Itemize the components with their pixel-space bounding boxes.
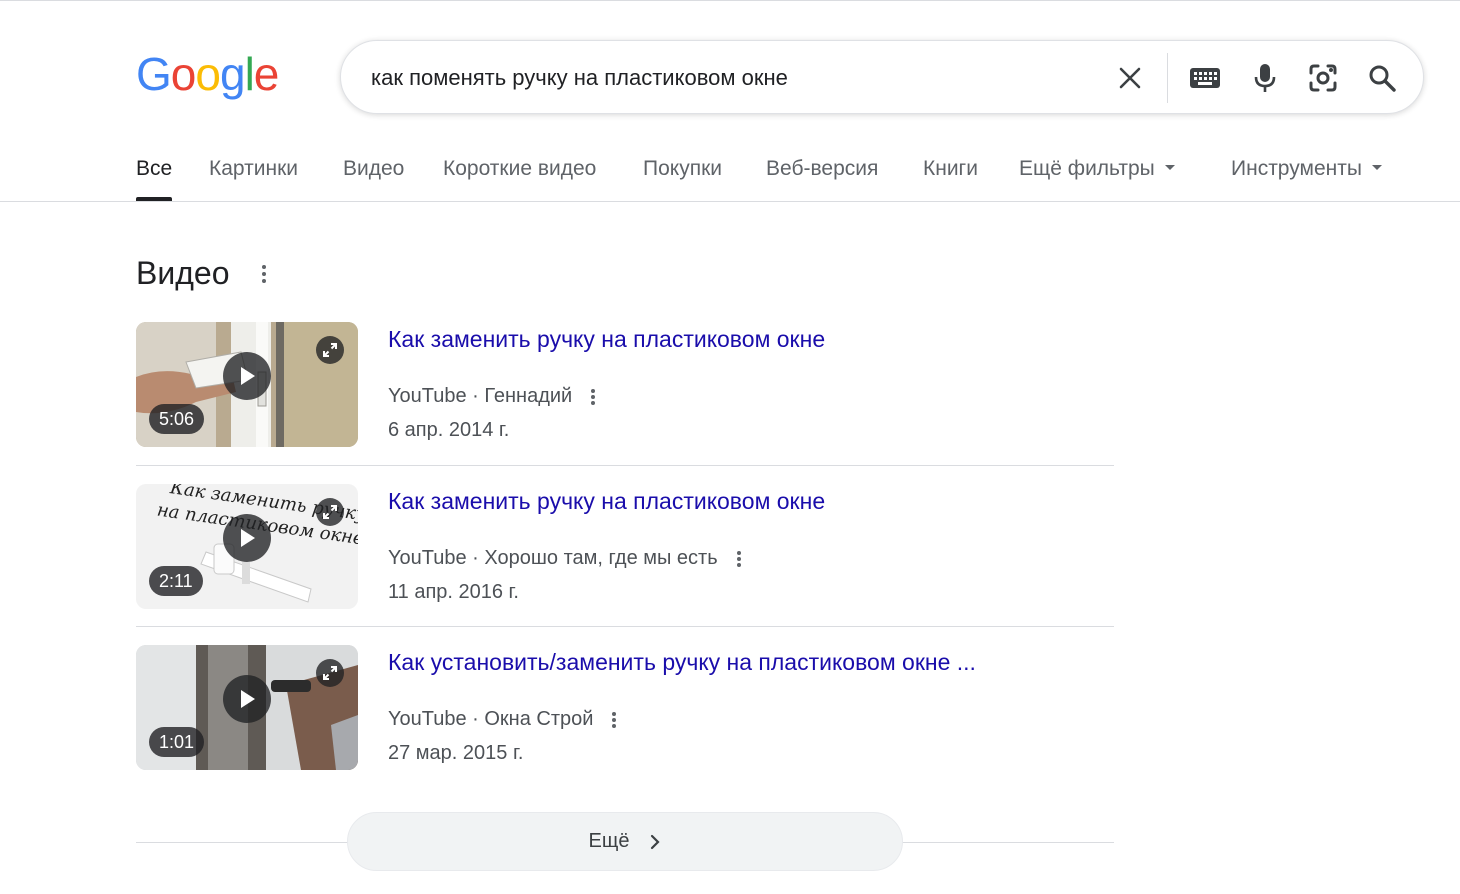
expand-icon [323, 343, 337, 357]
tab-shopping[interactable]: Покупки [643, 157, 722, 181]
video-source: YouTube [388, 547, 467, 569]
video-meta: YouTube · Геннадий [388, 385, 596, 408]
expand-button[interactable] [316, 659, 344, 687]
more-videos-label: Ещё [588, 830, 630, 852]
video-menu-button[interactable] [591, 388, 596, 405]
lens-search-button[interactable] [1308, 63, 1338, 93]
expand-button[interactable] [316, 336, 344, 364]
video-title-link[interactable]: Как заменить ручку на пластиковом окне [388, 488, 825, 515]
tab-short-videos[interactable]: Короткие видео [443, 157, 596, 181]
tab-tools[interactable]: Инструменты [1231, 157, 1382, 181]
more-vert-icon [736, 550, 741, 555]
tab-videos[interactable]: Видео [343, 157, 404, 181]
tab-books[interactable]: Книги [923, 157, 978, 181]
video-title-link[interactable]: Как заменить ручку на пластиковом окне [388, 326, 825, 353]
meta-separator: · [466, 708, 485, 730]
search-tabs: Все Картинки Видео Короткие видео Покупк… [0, 151, 1460, 202]
tab-tools-label: Инструменты [1231, 157, 1362, 180]
video-thumbnail[interactable]: Как заменить ручку на пластиковом окне 2… [136, 484, 358, 609]
caret-down-icon [1164, 164, 1175, 170]
row-divider [136, 465, 1114, 466]
expand-button[interactable] [316, 498, 344, 526]
video-duration: 1:01 [149, 727, 205, 757]
more-vert-icon [612, 711, 617, 716]
tab-images[interactable]: Картинки [209, 157, 298, 181]
video-result: 5:06 Как заменить ручку на пластиковом о… [136, 322, 1114, 448]
close-icon [1119, 67, 1141, 89]
section-menu-button[interactable] [262, 265, 266, 283]
meta-separator: · [466, 385, 485, 407]
tab-all[interactable]: Все [136, 157, 173, 201]
camera-lens-icon [1309, 64, 1337, 92]
search-divider [1167, 53, 1168, 103]
tab-more-filters-label: Ещё фильтры [1019, 157, 1155, 180]
videos-section-title: Видео [136, 255, 229, 292]
search-button[interactable] [1367, 63, 1397, 93]
play-button[interactable] [223, 675, 271, 723]
more-vert-icon [262, 265, 266, 269]
row-divider [136, 626, 1114, 627]
expand-icon [323, 505, 337, 519]
play-icon [241, 529, 255, 547]
play-button[interactable] [223, 352, 271, 400]
virtual-keyboard-button[interactable] [1188, 63, 1222, 93]
clear-search-button[interactable] [1115, 63, 1145, 93]
video-result: 1:01 Как установить/заменить ручку на пл… [136, 645, 1114, 771]
expand-icon [323, 666, 337, 680]
tab-more-filters[interactable]: Ещё фильтры [1019, 157, 1175, 181]
caret-down-icon [1371, 164, 1382, 170]
video-meta: YouTube · Окна Строй [388, 708, 617, 731]
play-icon [241, 367, 255, 385]
voice-search-button[interactable] [1250, 63, 1280, 93]
video-duration: 5:06 [149, 404, 205, 434]
video-date: 6 апр. 2014 г. [388, 419, 510, 441]
video-date: 11 апр. 2016 г. [388, 581, 519, 603]
meta-separator: · [466, 547, 485, 569]
video-author: Геннадий [484, 385, 573, 407]
video-menu-button[interactable] [736, 550, 741, 567]
video-source: YouTube [388, 385, 467, 407]
video-author: Хорошо там, где мы есть [484, 547, 718, 569]
video-duration: 2:11 [149, 566, 203, 596]
video-menu-button[interactable] [612, 711, 617, 728]
search-input[interactable] [371, 61, 1091, 95]
chevron-right-icon [651, 834, 661, 849]
play-button[interactable] [223, 514, 271, 562]
video-date: 27 мар. 2015 г. [388, 742, 524, 764]
google-logo[interactable]: Google [136, 51, 279, 97]
tab-web[interactable]: Веб-версия [766, 157, 878, 181]
more-videos-button[interactable]: Ещё [347, 812, 903, 871]
video-author: Окна Строй [484, 708, 594, 730]
video-thumbnail[interactable]: 5:06 [136, 322, 358, 447]
video-result: Как заменить ручку на пластиковом окне 2… [136, 484, 1114, 610]
mic-icon [1254, 64, 1276, 92]
section-title-text: Видео [136, 255, 230, 291]
search-box [340, 40, 1424, 114]
play-icon [241, 690, 255, 708]
keyboard-icon [1190, 68, 1220, 88]
video-source: YouTube [388, 708, 467, 730]
video-meta: YouTube · Хорошо там, где мы есть [388, 547, 741, 570]
search-icon [1369, 65, 1396, 92]
video-thumbnail[interactable]: 1:01 [136, 645, 358, 770]
more-vert-icon [591, 388, 596, 393]
video-title-link[interactable]: Как установить/заменить ручку на пластик… [388, 649, 976, 676]
